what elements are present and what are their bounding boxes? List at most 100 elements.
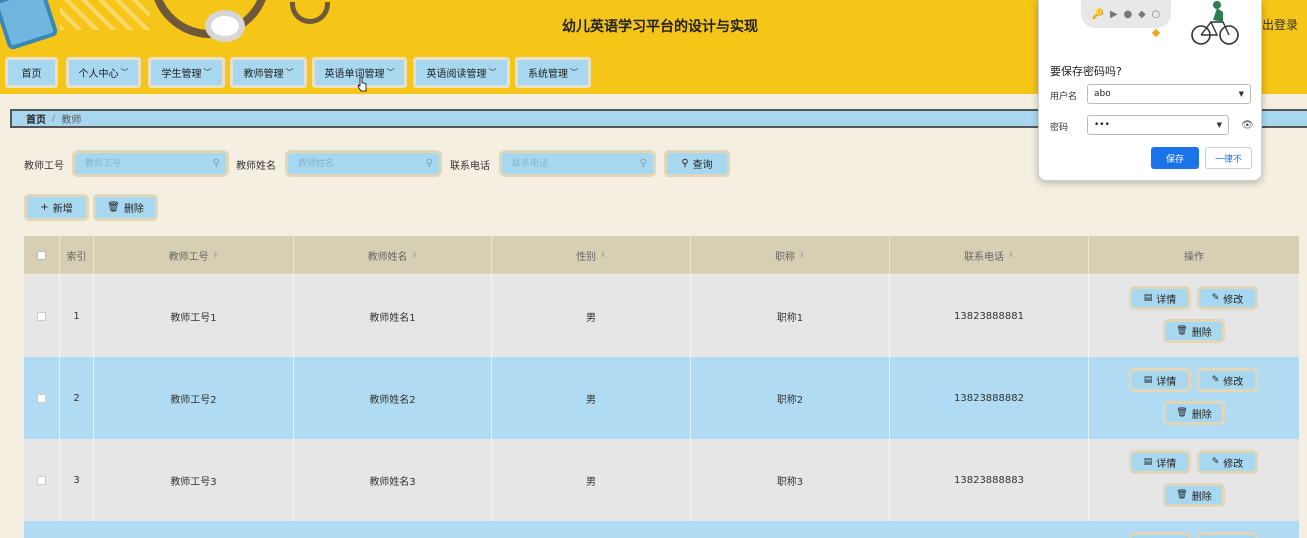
edit-button[interactable]: ✎ 修改 xyxy=(1197,450,1258,474)
column-header-actions: 操作 xyxy=(1089,236,1299,274)
nav-item-students[interactable]: 学生管理 ﹀ xyxy=(148,57,225,88)
phone-search-box: ⚲ xyxy=(499,150,656,177)
add-button-label: 新增 xyxy=(52,204,73,215)
diamond-icon: ◆ xyxy=(1137,8,1146,20)
table-row: 3 教师工号3 教师姓名3 男 职称3 13823888883 ▤ 详情 ✎ 修改 … xyxy=(24,439,1299,521)
username-select[interactable]: abo ▼ xyxy=(1087,84,1251,104)
table-row xyxy=(24,521,1299,538)
phone-cell: 13823888883 xyxy=(890,439,1089,521)
add-button[interactable]: + 新增 xyxy=(24,194,89,221)
table-header: 索引 教师工号 ⇕ 教师姓名 ⇕ 性别 ⇕ 职称 ⇕ 联系电话 ⇕ 操作 xyxy=(24,236,1299,274)
teacher-id-input[interactable] xyxy=(75,153,226,174)
query-button-label: 查询 xyxy=(692,160,713,171)
column-header-label: 教师工号 xyxy=(168,251,209,263)
password-select[interactable]: ••• ▼ xyxy=(1087,115,1229,135)
key-icon: 🔑 xyxy=(1091,8,1105,20)
column-header-teacher-id[interactable]: 教师工号 ⇕ xyxy=(94,236,294,274)
row-checkbox[interactable] xyxy=(37,393,46,403)
cyclist-illustration xyxy=(1191,1,1239,45)
title-cell: 职称3 xyxy=(691,439,890,521)
pencil-icon: ✎ xyxy=(1211,375,1220,385)
column-header-label: 操作 xyxy=(1184,251,1204,263)
row-delete-button[interactable]: 🗑 删除 xyxy=(1163,319,1225,343)
column-header-teacher-name[interactable]: 教师姓名 ⇕ xyxy=(294,236,492,274)
trash-icon: 🗑 xyxy=(1176,326,1188,336)
eye-icon[interactable]: 👁 xyxy=(1241,120,1254,131)
chevron-down-icon: ﹀ xyxy=(203,68,212,77)
search-label-teacher-id: 教师工号 xyxy=(24,161,64,172)
column-header-phone[interactable]: 联系电话 ⇕ xyxy=(890,236,1089,274)
query-button[interactable]: ⚲ 查询 xyxy=(664,150,730,177)
nav-item-system[interactable]: 系统管理 ﹀ xyxy=(515,57,591,88)
search-icon: ⚲ xyxy=(681,158,689,169)
gender-cell: 男 xyxy=(492,275,691,357)
row-delete-button-label: 删除 xyxy=(1191,491,1212,503)
nav-item-reading[interactable]: 英语阅读管理 ﹀ xyxy=(413,57,510,88)
row-checkbox[interactable] xyxy=(37,311,46,321)
never-save-button[interactable]: 一律不 xyxy=(1205,147,1252,169)
pencil-icon: ✎ xyxy=(1211,293,1220,303)
trash-icon: 🗑 xyxy=(1176,490,1188,500)
chevron-down-icon: ﹀ xyxy=(488,68,497,77)
document-icon: ▤ xyxy=(1143,293,1153,303)
phone-input[interactable] xyxy=(502,153,653,174)
edit-button[interactable]: ✎ 修改 xyxy=(1197,368,1258,392)
nav-item-label: 英语阅读管理 xyxy=(426,69,487,80)
sort-icon: ⇕ xyxy=(411,251,418,259)
nav-item-home[interactable]: 首页 xyxy=(5,57,58,88)
save-password-button[interactable]: 保存 xyxy=(1151,147,1199,169)
chevron-down-icon: ﹀ xyxy=(570,68,578,77)
row-delete-button[interactable]: 🗑 删除 xyxy=(1163,483,1225,507)
table-row: 1 教师工号1 教师姓名1 男 职称1 13823888881 ▤ 详情 ✎ 修改 … xyxy=(24,275,1299,357)
nav-item-teachers[interactable]: 教师管理 ﹀ xyxy=(230,57,307,88)
teacher-id-cell: 教师工号1 xyxy=(94,275,294,357)
ring-icon: ○ xyxy=(1151,8,1161,20)
password-label: 密码 xyxy=(1050,123,1069,133)
username-value: abo xyxy=(1094,89,1111,99)
search-icon: ⚲ xyxy=(212,158,220,169)
teacher-name-cell: 教师姓名1 xyxy=(294,275,492,357)
gender-cell: 男 xyxy=(492,357,691,439)
teacher-name-cell: 教师姓名2 xyxy=(294,357,492,439)
password-value: ••• xyxy=(1094,120,1110,130)
search-icon: ⚲ xyxy=(425,158,433,169)
sparkle-decoration xyxy=(1151,28,1161,38)
column-header-title[interactable]: 职称 ⇕ xyxy=(691,236,890,274)
select-all-cell xyxy=(24,236,60,274)
sort-icon: ⇕ xyxy=(600,251,606,259)
sort-icon: ⇕ xyxy=(212,251,219,259)
circle-icon: ● xyxy=(1123,8,1133,20)
play-icon: ▶ xyxy=(1110,8,1118,20)
edit-button[interactable]: ✎ 修改 xyxy=(1197,286,1258,310)
row-delete-button-label: 删除 xyxy=(1191,327,1212,339)
column-header-label: 索引 xyxy=(66,251,87,263)
detail-button[interactable]: ▤ 详情 xyxy=(1129,450,1191,474)
save-password-title: 要保存密码吗? xyxy=(1050,65,1122,78)
username-label: 用户名 xyxy=(1050,92,1078,102)
detail-button[interactable]: ▤ 详情 xyxy=(1129,286,1191,310)
delete-button[interactable]: 🗑 删除 xyxy=(93,194,158,221)
row-delete-button[interactable]: 🗑 删除 xyxy=(1163,401,1225,425)
detail-button[interactable]: ▤ 详情 xyxy=(1129,368,1191,392)
detail-button[interactable] xyxy=(1129,532,1191,538)
delete-button-label: 删除 xyxy=(123,204,144,215)
column-header-label: 性别 xyxy=(576,251,597,263)
nav-item-profile[interactable]: 个人中心 ﹀ xyxy=(66,57,141,88)
teacher-name-input[interactable] xyxy=(288,153,439,174)
nav-item-label: 首页 xyxy=(21,69,42,80)
trash-icon: 🗑 xyxy=(1176,408,1188,418)
gender-cell: 男 xyxy=(492,439,691,521)
edit-button[interactable] xyxy=(1197,532,1258,538)
phone-cell: 13823888882 xyxy=(890,357,1089,439)
caret-down-icon: ▼ xyxy=(1238,90,1244,98)
breadcrumb-separator: / xyxy=(52,113,56,124)
row-checkbox[interactable] xyxy=(37,475,46,485)
save-password-dialog: 🔑 ▶ ● ◆ ○ 要保存密码吗? 用户名 abo ▼ 密码 ••• ▼ 👁 保… xyxy=(1038,0,1262,181)
column-header-gender[interactable]: 性别 ⇕ xyxy=(492,236,691,274)
row-select-cell xyxy=(24,357,60,439)
trash-icon: 🗑 xyxy=(107,202,120,213)
breadcrumb-home[interactable]: 首页 xyxy=(26,111,46,126)
logout-link[interactable]: 出登录 xyxy=(1262,16,1298,33)
chevron-down-icon: ﹀ xyxy=(120,68,129,77)
select-all-checkbox[interactable] xyxy=(37,250,46,260)
